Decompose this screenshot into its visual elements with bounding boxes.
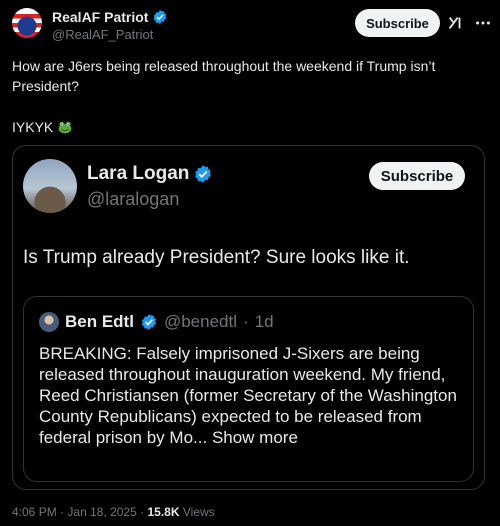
post-time[interactable]: 4:06 PM (12, 505, 57, 519)
author-name[interactable]: RealAF Patriot (52, 9, 148, 25)
author-info: RealAF Patriot @RealAF_Patriot (52, 9, 168, 42)
nested-quoted-post-card[interactable]: Ben Edtl @benedtl · 1d BREAKING: Falsely… (23, 296, 474, 482)
subscribe-button[interactable]: Subscribe (355, 9, 440, 37)
nested-author-name[interactable]: Ben Edtl (65, 312, 134, 332)
post-text-iykyk: IYKYK (12, 119, 54, 135)
quoted-post-text: Is Trump already President? Sure looks l… (23, 247, 410, 268)
post-metadata: 4:06 PM · Jan 18, 2025 · 15.8K Views (12, 505, 215, 519)
quoted-author-info: Lara Logan @laralogan (87, 163, 213, 210)
author-avatar[interactable] (12, 8, 42, 38)
grok-icon[interactable] (446, 14, 464, 32)
quoted-author-avatar[interactable] (23, 159, 77, 213)
post-date[interactable]: Jan 18, 2025 (67, 505, 136, 519)
nested-post-text-block: BREAKING: Falsely imprisoned J-Sixers ar… (39, 343, 464, 448)
post-text: How are J6ers being released throughout … (12, 58, 436, 94)
nested-author-handle[interactable]: @benedtl (164, 312, 237, 332)
quoted-subscribe-button[interactable]: Subscribe (369, 162, 465, 190)
verified-badge-icon (195, 165, 212, 183)
views-label: Views (182, 505, 215, 519)
nested-author-info: Ben Edtl @benedtl · 1d (39, 312, 274, 332)
nested-author-avatar[interactable] (39, 312, 59, 332)
verified-badge-icon (141, 314, 157, 330)
show-more-link[interactable]: Show more (212, 428, 298, 447)
nested-post-age[interactable]: 1d (255, 312, 274, 332)
quoted-author-name[interactable]: Lara Logan (87, 163, 189, 185)
post-text-secondary: IYKYK (12, 117, 73, 137)
verified-badge-icon (154, 10, 167, 24)
quoted-author-handle[interactable]: @laralogan (87, 189, 213, 210)
frog-emoji-icon (58, 121, 72, 134)
author-handle[interactable]: @RealAF_Patriot (52, 27, 168, 42)
nested-dot-separator: · (242, 312, 249, 331)
quoted-post-card[interactable]: Lara Logan @laralogan Subscribe Is Trump… (12, 145, 485, 490)
views-count: 15.8K (147, 505, 180, 519)
more-options-icon[interactable] (474, 14, 492, 32)
